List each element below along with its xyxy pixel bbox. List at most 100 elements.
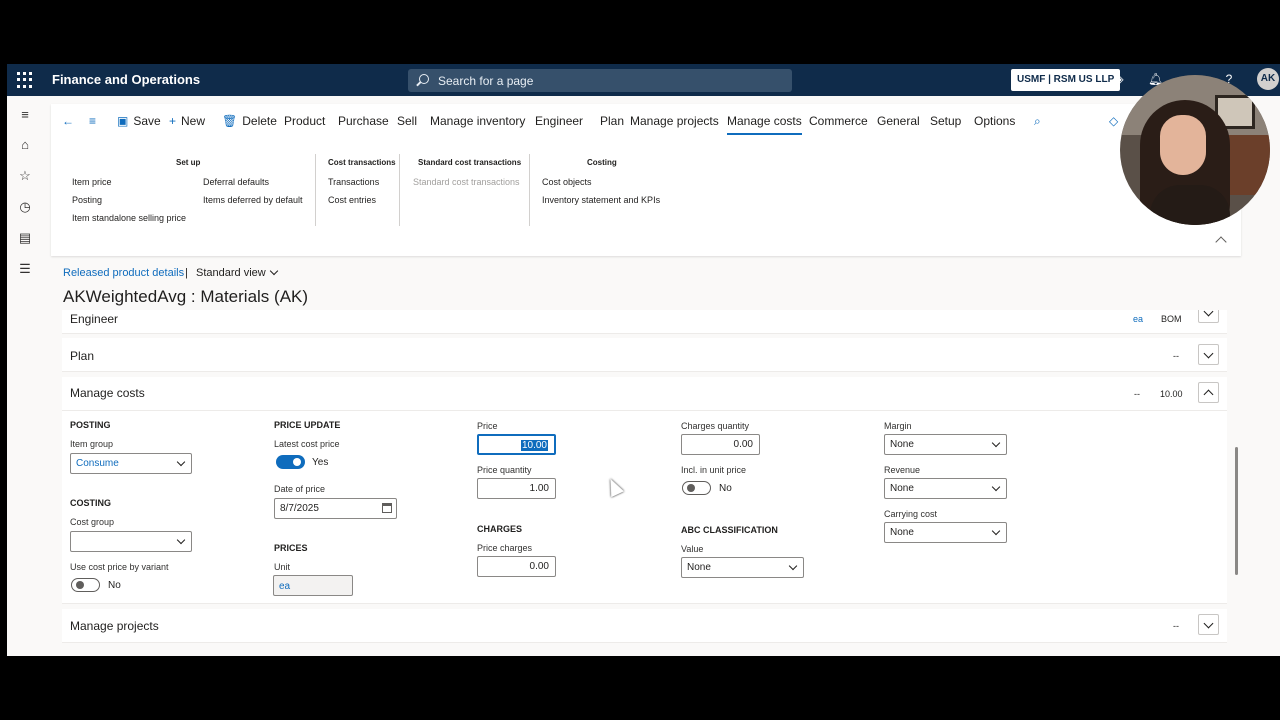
date-of-price-label: Date of price <box>274 484 326 494</box>
chevron-down-icon <box>991 482 1001 492</box>
new-button[interactable]: + New <box>169 114 205 128</box>
calendar-icon[interactable] <box>382 503 392 513</box>
chevron-down-icon <box>788 561 798 571</box>
collapse-chevron-icon[interactable] <box>1215 236 1227 248</box>
use-cost-price-toggle[interactable] <box>71 578 100 592</box>
price-charges-label: Price charges <box>477 543 533 553</box>
chevron-down-icon <box>1203 618 1214 629</box>
revenue-select[interactable]: None <box>884 478 1007 499</box>
search-icon <box>419 74 429 84</box>
price-input[interactable]: 10.00 <box>477 434 556 455</box>
revenue-label: Revenue <box>884 465 921 475</box>
app-window: Finance and Operations Search for a page… <box>7 64 1280 656</box>
menu-item-posting[interactable]: Posting <box>72 195 102 205</box>
workspace-icon[interactable]: ▤ <box>18 231 32 245</box>
view-label: Standard view <box>196 267 266 279</box>
menu-item-price[interactable]: Item price <box>72 177 112 187</box>
expand-toggle[interactable] <box>1198 614 1219 635</box>
clock-icon[interactable]: ◷ <box>18 200 32 214</box>
carrying-cost-select[interactable]: None <box>884 522 1007 543</box>
group-title-setup: Set up <box>176 158 201 167</box>
charges-quantity-input[interactable]: 0.00 <box>681 434 760 455</box>
breadcrumb-link[interactable]: Released product details <box>63 267 184 279</box>
toggle-knob <box>76 581 84 589</box>
tab-manage-inventory[interactable]: Manage inventory <box>430 114 525 128</box>
company-picker[interactable]: USMF | RSM US LLP <box>1011 69 1121 91</box>
group-divider <box>529 154 530 226</box>
list-icon[interactable]: ☰ <box>18 262 32 276</box>
expand-toggle[interactable] <box>1198 344 1219 365</box>
fasttab-plan[interactable]: Plan -- <box>62 338 1227 372</box>
tab-commerce[interactable]: Commerce <box>809 114 868 128</box>
scroll-thumb[interactable] <box>1235 447 1238 575</box>
home-icon[interactable]: ⌂ <box>18 138 32 152</box>
tab-setup[interactable]: Setup <box>930 114 961 128</box>
chevron-down-icon <box>176 457 186 467</box>
price-label: Price <box>477 421 498 431</box>
back-icon[interactable]: ← <box>62 114 79 128</box>
webcam-presenter-face <box>1160 115 1206 175</box>
app-launcher-icon[interactable] <box>17 72 33 88</box>
section-heading-costing: COSTING <box>70 498 112 508</box>
abc-value: None <box>687 562 711 573</box>
tab-purchase[interactable]: Purchase <box>338 114 389 128</box>
search-input[interactable]: Search for a page <box>408 69 792 92</box>
save-button[interactable]: ▣ Save <box>117 114 161 128</box>
tab-options[interactable]: Options <box>974 114 1015 128</box>
latest-cost-label: Latest cost price <box>274 439 340 449</box>
menu-icon[interactable]: ≡ <box>89 114 101 128</box>
hamburger-icon[interactable]: ≡ <box>18 108 32 122</box>
incl-unit-price-toggle[interactable] <box>682 481 711 495</box>
margin-select[interactable]: None <box>884 434 1007 455</box>
price-charges-input[interactable]: 0.00 <box>477 556 556 577</box>
abc-value-select[interactable]: None <box>681 557 804 578</box>
menu-item-cost-objects[interactable]: Cost objects <box>542 177 592 187</box>
tab-plan[interactable]: Plan <box>600 114 624 128</box>
menu-item-standalone-selling-price[interactable]: Item standalone selling price <box>72 213 186 223</box>
menu-item-items-deferred[interactable]: Items deferred by default <box>203 195 303 205</box>
incl-unit-price-value: No <box>719 483 732 494</box>
carrying-cost-label: Carrying cost <box>884 509 938 519</box>
fasttab-summary: 10.00 <box>1160 389 1183 399</box>
menu-item-cost-entries[interactable]: Cost entries <box>328 195 376 205</box>
menu-item-transactions[interactable]: Transactions <box>328 177 379 187</box>
delete-button[interactable]: 🗑︎ Delete <box>222 114 277 128</box>
fasttab-summary: -- <box>1134 389 1140 399</box>
menu-item-inventory-statement[interactable]: Inventory statement and KPIs <box>542 195 660 205</box>
tab-manage-projects[interactable]: Manage projects <box>630 114 719 128</box>
latest-cost-toggle[interactable] <box>276 455 305 469</box>
search-icon[interactable]: ⌕ <box>1034 114 1046 129</box>
fasttab-engineer[interactable]: Engineer ea BOM <box>62 310 1227 334</box>
collapse-toggle[interactable] <box>1198 382 1219 403</box>
fasttab-title: Engineer <box>70 312 119 326</box>
date-of-price-input[interactable]: 8/7/2025 <box>274 498 397 519</box>
use-cost-price-label: Use cost price by variant <box>70 562 169 572</box>
fasttab-manage-projects[interactable]: Manage projects -- <box>62 609 1227 643</box>
price-quantity-input[interactable]: 1.00 <box>477 478 556 499</box>
tab-sell[interactable]: Sell <box>397 114 417 128</box>
tab-manage-costs[interactable]: Manage costs <box>727 114 802 135</box>
unit-label: Unit <box>274 562 291 572</box>
item-group-select[interactable]: Consume <box>70 453 192 474</box>
action-pane: ← ≡ ▣ Save + New 🗑︎ Delete Product Purchase… <box>51 104 1241 256</box>
item-group-value: Consume <box>76 458 119 469</box>
menu-item-standard-cost-transactions: Standard cost transactions <box>413 177 520 187</box>
tab-product[interactable]: Product <box>284 114 325 128</box>
cost-group-label: Cost group <box>70 517 115 527</box>
star-icon[interactable]: ☆ <box>18 169 32 183</box>
page-title: AKWeightedAvg : Materials (AK) <box>63 287 309 306</box>
revenue-value: None <box>890 483 914 494</box>
menu-item-deferral-defaults[interactable]: Deferral defaults <box>203 177 269 187</box>
section-heading-posting: POSTING <box>70 420 111 430</box>
tab-general[interactable]: General <box>877 114 920 128</box>
group-title-costing: Costing <box>587 158 617 167</box>
vertical-scrollbar[interactable] <box>1233 314 1239 644</box>
tab-engineer[interactable]: Engineer <box>535 114 583 128</box>
unit-field[interactable]: ea <box>273 575 353 596</box>
chevron-down-icon <box>991 526 1001 536</box>
cost-group-select[interactable] <box>70 531 192 552</box>
price-quantity-label: Price quantity <box>477 465 532 475</box>
expand-toggle[interactable] <box>1198 310 1219 323</box>
view-selector[interactable]: Standard view <box>196 266 278 279</box>
group-divider <box>399 154 400 226</box>
